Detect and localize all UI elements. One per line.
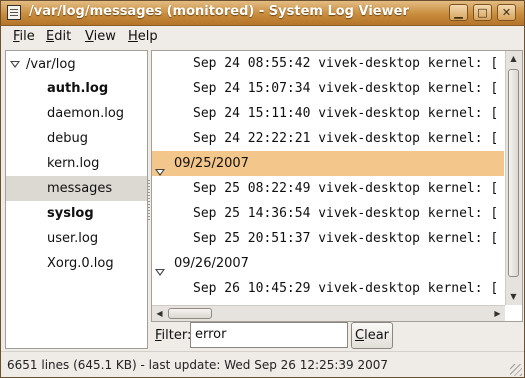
vertical-scroll-thumb[interactable] [508,69,519,277]
log-line[interactable]: Sep 24 15:07:34 vivek-desktop kernel: [ [152,76,504,101]
sidebar-item-xorg-log[interactable]: Xorg.0.log [6,251,147,276]
menu-help-mnemonic: H [128,29,138,44]
title-bar[interactable]: /var/log/messages (monitored) - System L… [1,1,524,26]
log-line-text: Sep 25 14:36:54 vivek-desktop kernel: [ [193,206,499,221]
sidebar-item-daemon-log[interactable]: daemon.log [6,101,147,126]
scroll-up-arrow-icon[interactable]: ▲ [506,51,521,66]
log-line-text: Sep 26 10:45:29 vivek-desktop kernel: [ [193,281,499,296]
log-line[interactable]: Sep 24 15:11:40 vivek-desktop kernel: [ [152,101,504,126]
log-list-pane: /var/log auth.log daemon.log debug kern.… [5,50,148,349]
maximize-button[interactable]: □ [473,4,492,21]
filter-label: Filter: [155,328,191,343]
menu-file-label: ile [19,29,35,44]
menu-bar: File Edit View Help [1,25,524,48]
app-window: /var/log/messages (monitored) - System L… [0,0,525,378]
date-group-label: 09/26/2007 [174,256,249,271]
sidebar-item-messages[interactable]: messages [6,176,147,201]
expander-down-icon[interactable] [10,61,20,68]
minimize-button[interactable]: ▁ [449,4,468,21]
sidebar-item-kern-log[interactable]: kern.log [6,151,147,176]
clear-label: lear [364,328,389,343]
date-group-row[interactable]: 09/26/2007 [152,251,504,276]
sidebar-item-debug[interactable]: debug [6,126,147,151]
scroll-right-arrow-icon[interactable]: ▶ [490,306,505,321]
horizontal-scroll-thumb[interactable] [168,308,212,319]
date-group-row[interactable]: 09/25/2007 [152,151,504,176]
date-group-label: 09/25/2007 [174,156,249,171]
log-line-text: Sep 24 15:11:40 vivek-desktop kernel: [ [193,106,499,121]
sidebar-item-syslog[interactable]: syslog [6,201,147,226]
sidebar-item-user-log[interactable]: user.log [6,226,147,251]
filter-input[interactable]: error [190,322,348,348]
log-line[interactable]: Sep 25 08:22:49 vivek-desktop kernel: [ [152,176,504,201]
menu-help-label: elp [137,29,158,44]
log-line[interactable]: Sep 24 22:22:21 vivek-desktop kernel: [ [152,126,504,151]
log-content-pane: Sep 24 08:55:42 vivek-desktop kernel: [ … [151,50,523,322]
menu-help[interactable]: Help [128,29,158,44]
menu-edit[interactable]: Edit [46,29,71,44]
vertical-scrollbar[interactable]: ▲ ▼ [505,51,522,305]
close-button[interactable]: ✕ [497,4,516,21]
log-line-text: Sep 24 22:22:21 vivek-desktop kernel: [ [193,131,499,146]
window-title: /var/log/messages (monitored) - System L… [29,4,409,19]
log-line-text: Sep 25 20:51:37 vivek-desktop kernel: [ [193,231,499,246]
scroll-down-arrow-icon[interactable]: ▼ [506,289,521,304]
tree-root-label: /var/log [26,57,76,72]
status-text: 6651 lines (645.1 KB) - last update: Wed… [7,358,389,372]
log-line-text: Sep 25 08:22:49 vivek-desktop kernel: [ [193,181,499,196]
menu-view[interactable]: View [85,29,116,44]
log-line[interactable]: Sep 24 08:55:42 vivek-desktop kernel: [ [152,51,504,76]
log-viewer-icon[interactable] [7,5,21,20]
menu-file[interactable]: File [13,29,35,44]
filter-label-text: ilter: [161,328,192,343]
log-line[interactable]: Sep 25 14:36:54 vivek-desktop kernel: [ [152,201,504,226]
resize-grip-icon[interactable] [510,364,522,376]
menu-edit-label: dit [54,29,72,44]
clear-button[interactable]: Clear [351,322,393,349]
tree-root-var-log[interactable]: /var/log [6,55,76,75]
horizontal-scrollbar[interactable]: ◀ ▶ [152,305,505,321]
clear-mnemonic: C [355,328,365,343]
sidebar-item-auth-log[interactable]: auth.log [6,76,147,101]
log-line[interactable]: Sep 25 20:51:37 vivek-desktop kernel: [ [152,226,504,251]
menu-view-label: iew [93,29,116,44]
log-line-text: Sep 24 15:07:34 vivek-desktop kernel: [ [193,81,499,96]
log-line-text: Sep 24 08:55:42 vivek-desktop kernel: [ [193,56,499,71]
menu-edit-mnemonic: E [46,29,55,44]
menu-view-mnemonic: V [85,29,94,44]
scroll-left-arrow-icon[interactable]: ◀ [152,306,167,321]
status-bar: 6651 lines (645.1 KB) - last update: Wed… [1,351,524,378]
log-line[interactable]: Sep 26 10:45:29 vivek-desktop kernel: [ [152,276,504,301]
